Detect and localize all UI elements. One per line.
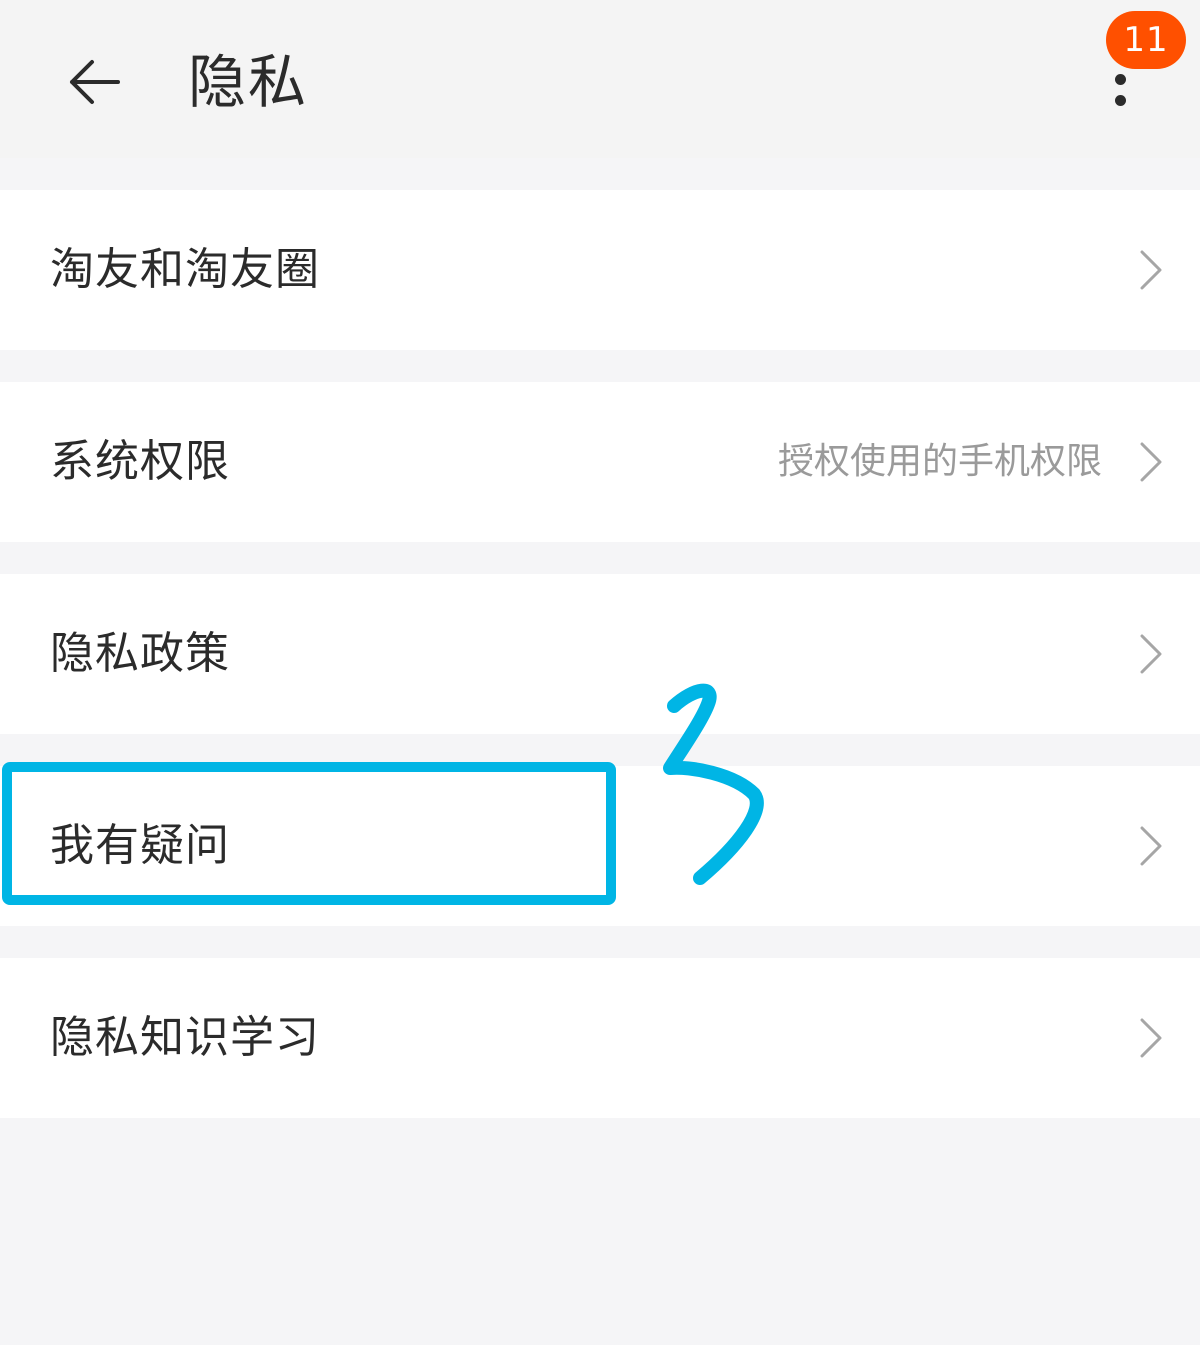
menu-item-questions[interactable]: 我有疑问: [0, 766, 1200, 926]
menu-item-privacy-policy[interactable]: 隐私政策: [0, 574, 1200, 734]
menu-item-label: 淘友和淘友圈: [50, 244, 320, 295]
menu-item-system-permissions[interactable]: 系统权限 授权使用的手机权限: [0, 382, 1200, 542]
menu-item-privacy-learning[interactable]: 隐私知识学习: [0, 958, 1200, 1118]
chevron-right-icon: [1140, 634, 1162, 674]
menu-item-label: 我有疑问: [50, 820, 230, 871]
chevron-right-icon: [1140, 442, 1162, 482]
notification-badge: 11: [1106, 11, 1186, 69]
top-app-bar: 隐私 11: [0, 0, 1200, 158]
menu-item-label: 系统权限: [50, 436, 230, 487]
chevron-right-icon: [1140, 250, 1162, 290]
more-vertical-icon-dot: [1115, 95, 1126, 106]
page-title: 隐私: [188, 48, 309, 116]
chevron-right-icon: [1140, 1018, 1162, 1058]
menu-item-value: 授权使用的手机权限: [777, 441, 1102, 482]
menu-item-taoyou-circle[interactable]: 淘友和淘友圈: [0, 190, 1200, 350]
more-vertical-icon: [1115, 74, 1126, 85]
chevron-right-icon: [1140, 826, 1162, 866]
menu-item-label: 隐私知识学习: [50, 1012, 320, 1063]
arrow-left-icon: [70, 60, 120, 104]
back-button[interactable]: [58, 46, 130, 118]
more-options-button[interactable]: [1096, 66, 1144, 114]
menu-item-label: 隐私政策: [50, 628, 230, 679]
